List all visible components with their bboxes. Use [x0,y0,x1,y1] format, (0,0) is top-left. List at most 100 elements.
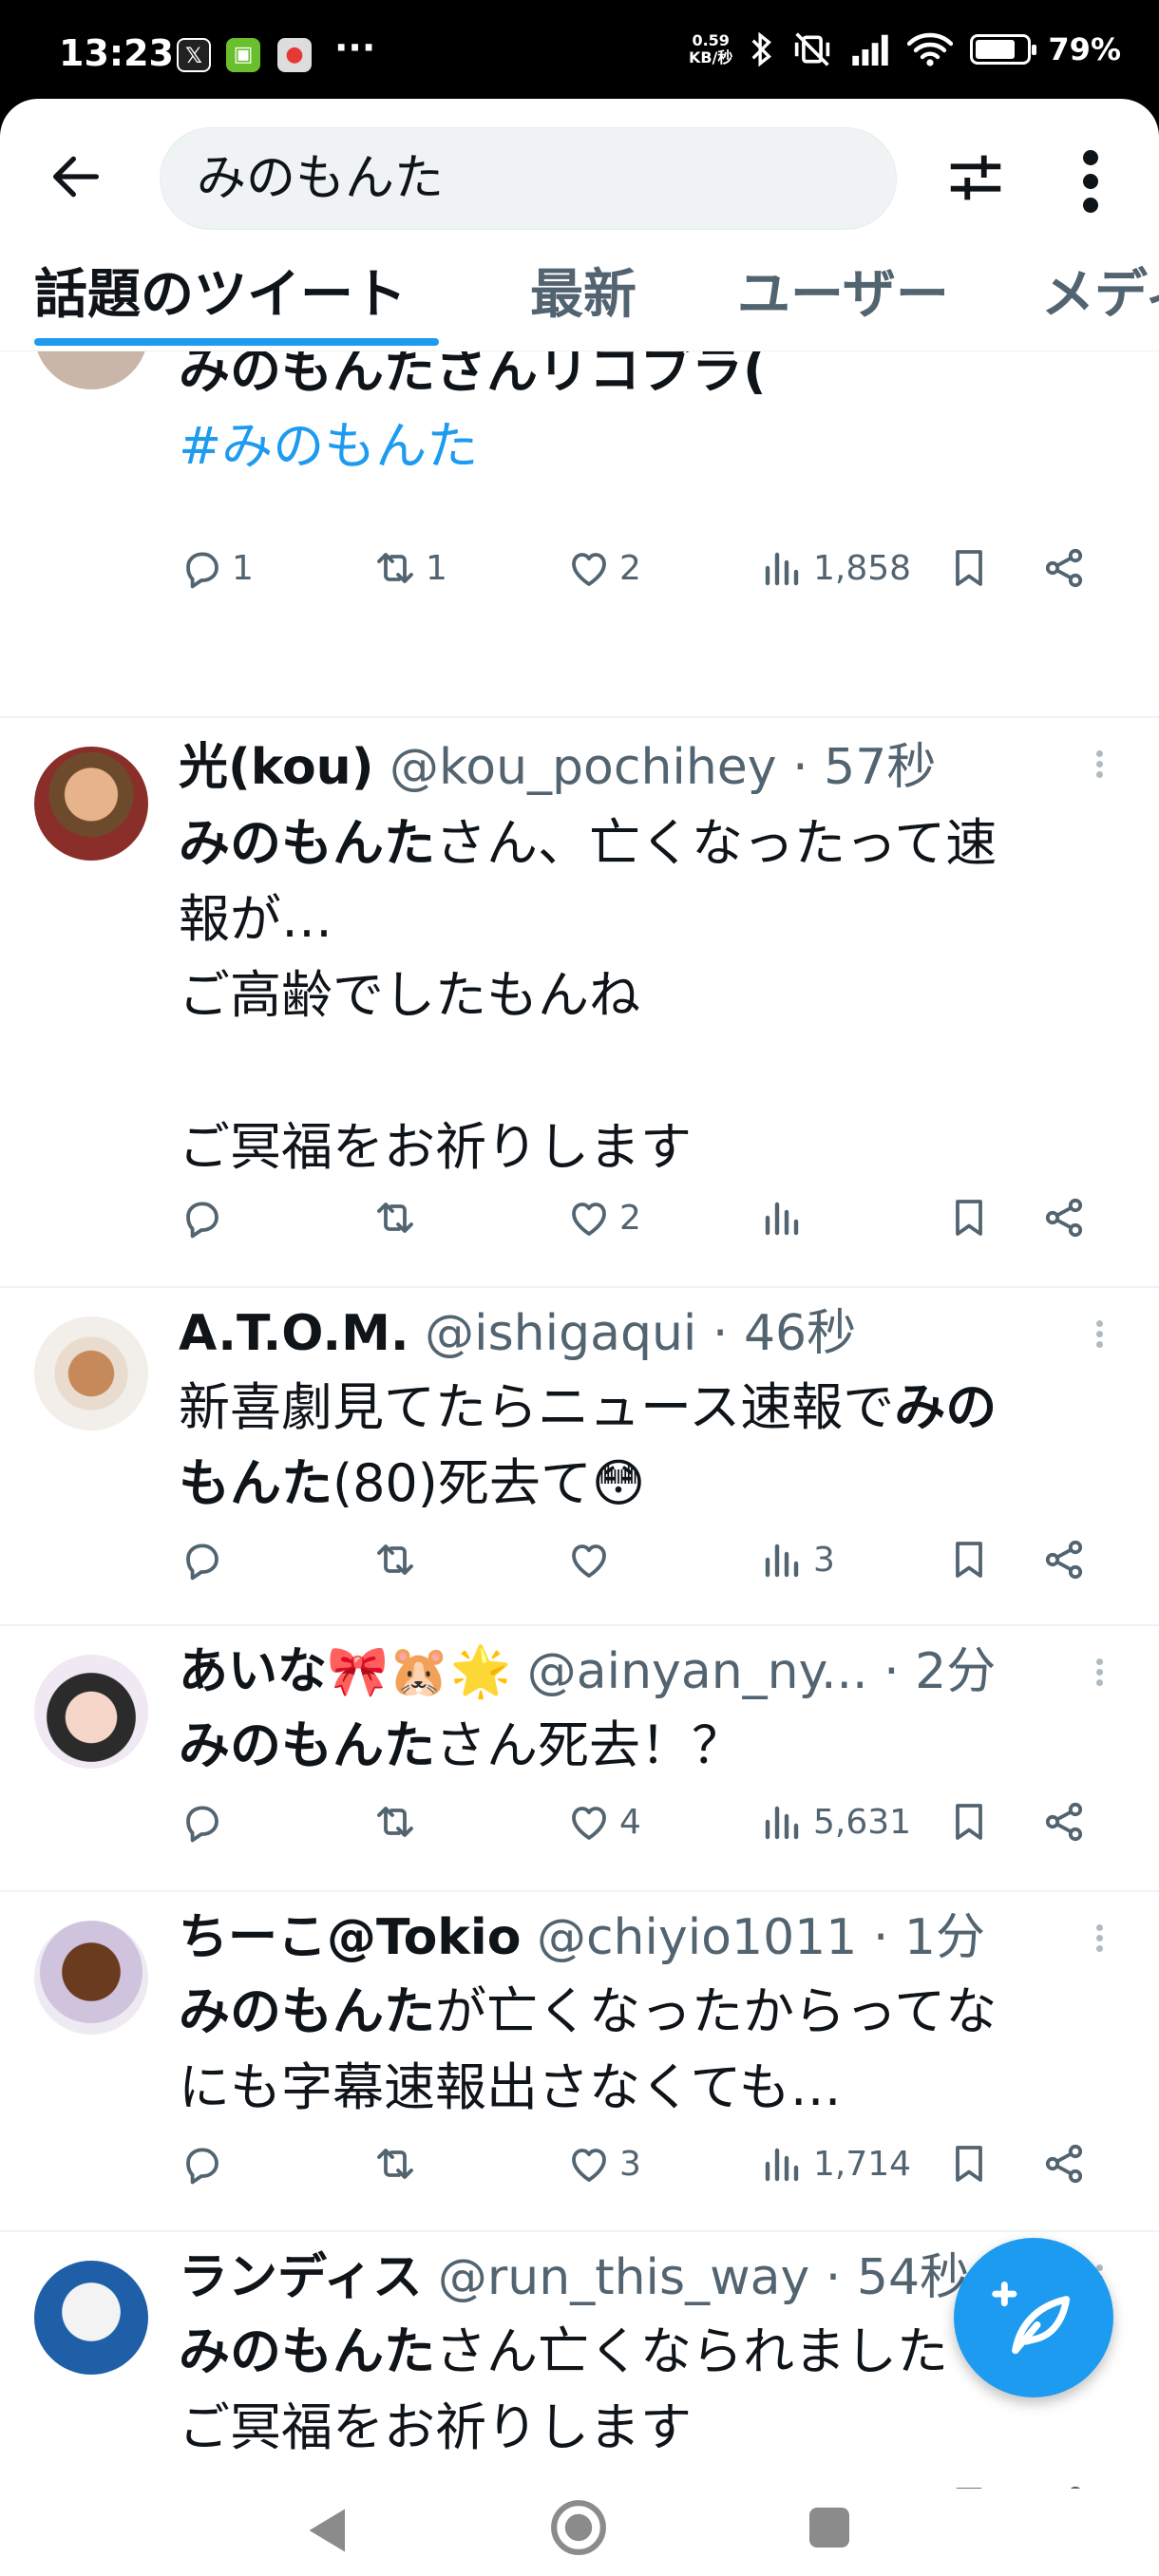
views-count: 1,714 [813,2144,912,2184]
avatar[interactable] [34,1655,148,1769]
display-name[interactable]: 光(kou) [179,739,373,796]
like-button[interactable]: 4 [566,1793,641,1850]
search-tabs: 話題のツイート 最新 ユーザー メディ [0,241,1159,351]
compose-feather-icon [992,2282,1071,2355]
like-count: 4 [619,1802,641,1842]
retweet-button[interactable] [372,1793,426,1850]
like-button[interactable]: 2 [566,540,641,597]
tweet[interactable]: A.T.O.M. @ishigaqui · 46秒 新喜劇見てたらニュース速報で… [0,1288,1159,1626]
tweet-more-icon[interactable] [1092,747,1106,792]
retweet-button[interactable]: 1 [372,540,447,597]
retweet-button[interactable] [372,2135,426,2192]
tweet[interactable]: ちーこ@Tokio @chiyio1011 · 1分 みのもんたが亡くなったから… [0,1892,1159,2232]
android-app-icon: ▣ [226,38,260,72]
tweet[interactable]: あいな🎀🐹🌟 @ainyan_ny... · 2分 みのもんたさん死去！？ 4 5… [0,1626,1159,1892]
display-name[interactable]: あいな🎀🐹🌟 [179,1643,511,1700]
retweet-icon [372,2141,418,2187]
tweet-more-icon[interactable] [1092,1921,1106,1966]
user-handle[interactable]: @kou_pochihey [390,739,777,796]
tweet[interactable]: みのもんたさんリコブラ( #みのもんた 1 1 2 1,858 [0,351,1159,718]
share-button[interactable] [1041,1189,1087,1246]
nav-recents-icon[interactable] [809,2508,849,2548]
display-name[interactable]: ランディス [179,2249,422,2306]
tweet-actions: 4 5,631 [179,1793,1129,1850]
tab-top[interactable]: 話題のツイート [34,253,407,348]
user-handle[interactable]: @chiyio1011 [537,1909,857,1966]
like-icon [566,1799,612,1845]
search-input[interactable]: みのもんた [160,127,897,230]
like-icon [566,1537,612,1582]
views-button[interactable] [760,1189,813,1246]
tweet-header: ちーこ@Tokio @chiyio1011 · 1分 [179,1907,985,1968]
share-button[interactable] [1041,2477,1087,2489]
reply-button[interactable] [179,2135,232,2192]
display-name[interactable]: A.T.O.M. [179,1305,409,1362]
bookmark-icon [946,545,992,591]
views-button[interactable]: 77 [760,2477,857,2490]
tweet-more-icon[interactable] [1092,1655,1106,1700]
views-button[interactable]: 1,858 [760,540,911,597]
reply-button[interactable] [179,1793,232,1850]
reply-button[interactable] [179,1189,232,1246]
reply-button[interactable]: 1 [179,540,254,597]
bookmark-button[interactable] [946,1531,992,1588]
bookmark-button[interactable] [946,1793,992,1850]
retweet-button[interactable] [372,1189,426,1246]
nav-home-icon[interactable] [549,2498,608,2557]
avatar[interactable] [34,2261,148,2375]
avatar[interactable] [34,747,148,861]
tweet-text: みのもんたが亡くなったからってな にも字幕速報出さなくても… [179,1981,998,2117]
share-button[interactable] [1041,2135,1087,2192]
bookmark-icon [946,1195,992,1241]
share-button[interactable] [1041,1531,1087,1588]
nav-back-icon[interactable] [302,2504,350,2557]
user-handle[interactable]: @ainyan_ny... [527,1643,868,1700]
like-button[interactable]: 3 [566,2135,641,2192]
like-icon [566,1195,612,1241]
like-count: 3 [619,2144,641,2184]
bluetooth-icon [751,31,772,67]
active-tab-indicator [34,338,439,346]
more-vertical-icon[interactable] [1072,148,1110,215]
tweet-time: · 54秒 [825,2249,970,2306]
tweet-header: A.T.O.M. @ishigaqui · 46秒 [179,1303,856,1364]
avatar[interactable] [34,1921,148,2035]
tweet-feed[interactable]: みのもんたさんリコブラ( #みのもんた 1 1 2 1,858 光(kou) @kou… [0,351,1159,2489]
views-button[interactable]: 1,714 [760,2135,911,2192]
retweet-button[interactable] [372,1531,426,1588]
views-button[interactable]: 5,631 [760,1793,911,1850]
filter-icon[interactable] [942,144,1009,211]
display-name[interactable]: ちーこ@Tokio [179,1909,521,1966]
bookmark-button[interactable] [946,2135,992,2192]
tab-people[interactable]: ユーザー [737,253,949,348]
reply-button[interactable] [179,1531,232,1588]
x-app-icon: 𝕏 [177,38,211,72]
tab-latest[interactable]: 最新 [530,253,636,348]
compose-button[interactable] [954,2238,1113,2397]
tweet-more-icon[interactable] [1092,1316,1106,1362]
share-button[interactable] [1041,540,1087,597]
back-arrow-icon[interactable] [46,146,106,207]
retweet-button[interactable] [372,2477,426,2489]
views-icon [760,1537,806,1582]
reply-button[interactable] [179,2477,232,2489]
tweet-text: みのもんたさん、亡くなったって速 報が… ご高齢でしたもんね ご冥福をお祈りしま… [179,813,998,1177]
user-handle[interactable]: @ishigaqui [425,1305,696,1362]
avatar[interactable] [34,1316,148,1430]
share-button[interactable] [1041,1793,1087,1850]
views-button[interactable]: 3 [760,1531,835,1588]
tweet-actions: 3 1,714 [179,2135,1129,2192]
tweet[interactable]: 光(kou) @kou_pochihey · 57秒 みのもんたさん、亡くなった… [0,718,1159,1288]
user-handle[interactable]: @run_this_way [438,2249,809,2306]
tab-media[interactable]: メディ [1041,253,1159,348]
hashtag-link[interactable]: #みのもんた [179,408,1119,484]
like-button[interactable]: 2 [566,1189,641,1246]
like-button[interactable] [566,2477,619,2489]
bookmark-button[interactable] [946,1189,992,1246]
like-icon [566,2141,612,2187]
avatar[interactable] [34,351,148,389]
bookmark-button[interactable] [946,2477,992,2489]
like-button[interactable] [566,1531,619,1588]
reply-icon [179,1537,224,1582]
bookmark-button[interactable] [946,540,992,597]
